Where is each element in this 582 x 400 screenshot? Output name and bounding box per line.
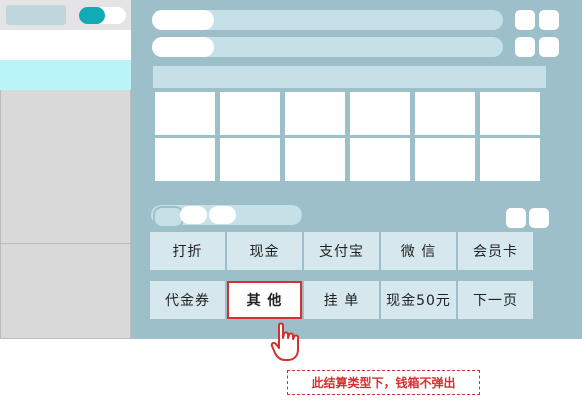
product-tile[interactable] xyxy=(415,92,475,135)
annotation-callout: 此结算类型下，钱箱不弹出 xyxy=(287,370,480,395)
product-tile[interactable] xyxy=(415,138,475,181)
product-tile[interactable] xyxy=(285,92,345,135)
toggle-switch[interactable] xyxy=(79,7,126,24)
pay-member-card-button[interactable]: 会员卡 xyxy=(458,232,533,270)
product-tile[interactable] xyxy=(350,138,410,181)
input-bar-1-label xyxy=(152,10,214,30)
top-square-button-1[interactable] xyxy=(515,10,535,30)
product-tile[interactable] xyxy=(220,138,280,181)
pay-discount-button[interactable]: 打折 xyxy=(150,232,225,270)
product-tile[interactable] xyxy=(480,138,540,181)
page-dot[interactable] xyxy=(209,206,236,224)
list-item-selected[interactable] xyxy=(0,60,131,90)
info-bar xyxy=(153,66,546,88)
product-tile[interactable] xyxy=(220,92,280,135)
product-tile[interactable] xyxy=(155,138,215,181)
product-tile[interactable] xyxy=(155,92,215,135)
product-tile[interactable] xyxy=(480,92,540,135)
page-dot[interactable] xyxy=(180,206,207,224)
pay-cash-button[interactable]: 现金 xyxy=(227,232,302,270)
product-tile[interactable] xyxy=(285,138,345,181)
bottom-square-button-2[interactable] xyxy=(529,208,549,228)
input-bar-2-label xyxy=(152,37,214,57)
left-divider xyxy=(0,243,131,244)
input-bar-2[interactable] xyxy=(152,37,503,57)
left-search-box[interactable] xyxy=(6,5,66,25)
input-bar-1[interactable] xyxy=(152,10,503,30)
toggle-knob xyxy=(79,7,105,24)
pay-hold-order-button[interactable]: 挂 单 xyxy=(304,281,379,319)
top-square-button-4[interactable] xyxy=(539,37,559,57)
hand-pointer-icon xyxy=(270,322,299,361)
page-selector[interactable] xyxy=(151,205,302,228)
product-tile[interactable] xyxy=(350,92,410,135)
pay-voucher-button[interactable]: 代金券 xyxy=(150,281,225,319)
list-item[interactable] xyxy=(0,30,131,60)
pay-alipay-button[interactable]: 支付宝 xyxy=(304,232,379,270)
top-square-button-3[interactable] xyxy=(515,37,535,57)
pay-other-button[interactable]: 其 他 xyxy=(227,281,302,319)
bottom-square-button-1[interactable] xyxy=(506,208,526,228)
top-square-button-2[interactable] xyxy=(539,10,559,30)
pay-wechat-button[interactable]: 微 信 xyxy=(381,232,456,270)
pay-cash-50-button[interactable]: 现金50元 xyxy=(381,281,456,319)
next-page-button[interactable]: 下一页 xyxy=(458,281,533,319)
